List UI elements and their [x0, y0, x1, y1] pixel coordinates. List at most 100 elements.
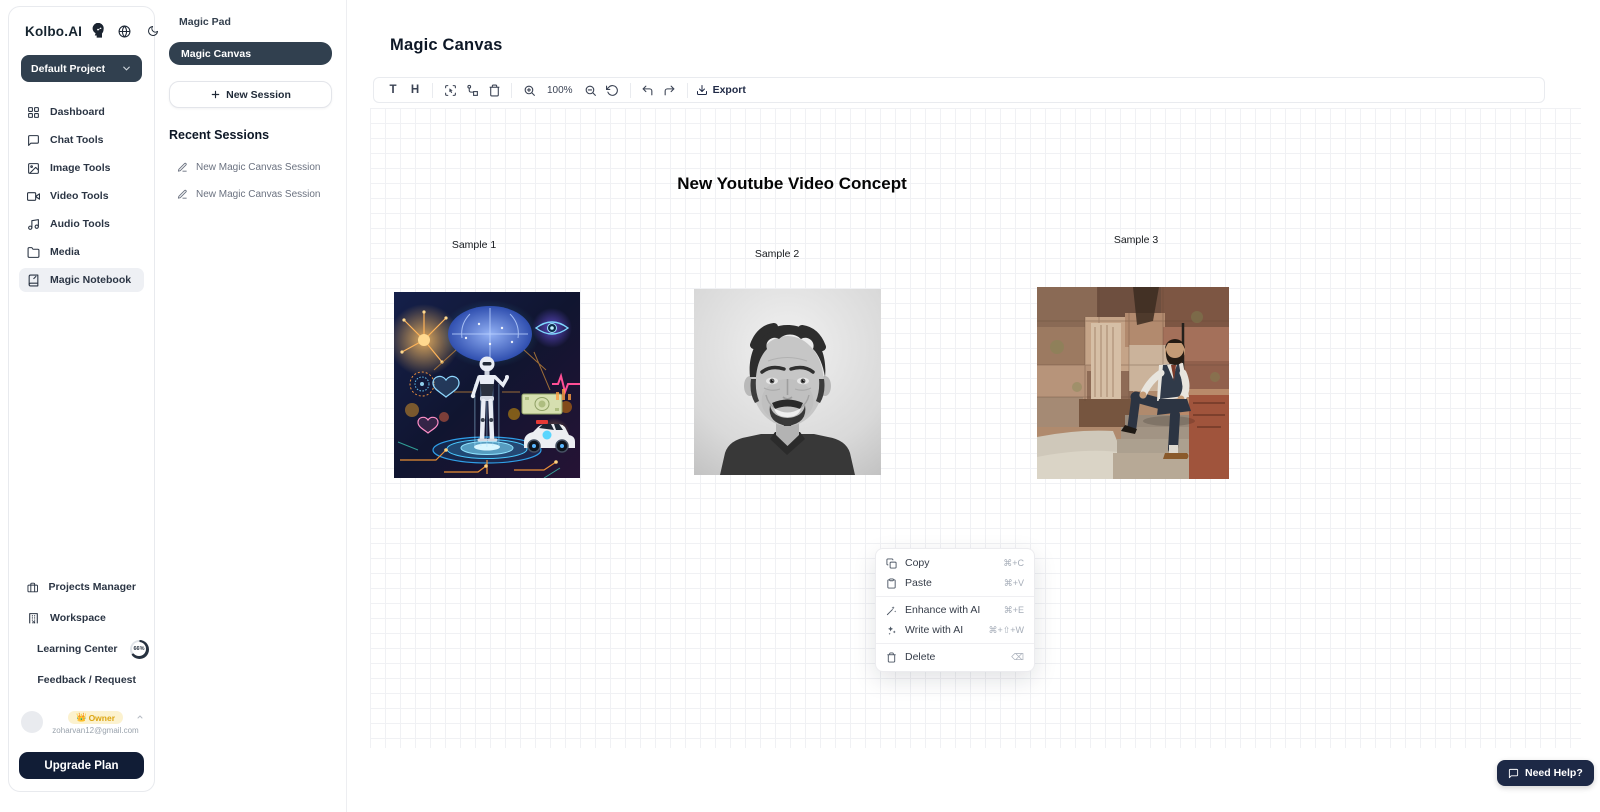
- folder-icon: [27, 246, 40, 259]
- undo-button[interactable]: [637, 80, 659, 100]
- canvas-sample-label-1[interactable]: Sample 1: [452, 239, 496, 251]
- language-globe-icon[interactable]: [118, 25, 131, 38]
- context-menu-item-copy[interactable]: Copy ⌘+C: [876, 553, 1034, 573]
- upgrade-plan-button[interactable]: Upgrade Plan: [19, 752, 144, 779]
- upgrade-plan-label: Upgrade Plan: [44, 760, 118, 772]
- panel-item-magic-canvas[interactable]: Magic Canvas: [169, 42, 332, 65]
- sidebar-item-label: Video Tools: [50, 190, 109, 202]
- canvas-sample-label-3[interactable]: Sample 3: [1114, 234, 1158, 246]
- redo-button[interactable]: [659, 80, 681, 100]
- user-menu-chevron-icon[interactable]: [136, 713, 144, 721]
- owner-badge: 👑 Owner: [68, 711, 123, 724]
- session-item-label: New Magic Canvas Session: [196, 162, 321, 173]
- session-list-item[interactable]: New Magic Canvas Session: [167, 154, 334, 181]
- user-account-row[interactable]: 👑 Owner zoharvan12@gmail.com: [21, 711, 142, 735]
- context-menu-item-paste[interactable]: Paste ⌘+V: [876, 573, 1034, 593]
- canvas-image-portrait[interactable]: [694, 289, 881, 475]
- canvas-sample-label-2[interactable]: Sample 2: [755, 248, 799, 260]
- context-menu-shortcut: ⌘+E: [1004, 605, 1024, 616]
- zoom-out-button[interactable]: [580, 80, 602, 100]
- select-scan-tool-button[interactable]: [439, 80, 461, 100]
- sidebar-item-learning-center[interactable]: Learning Center 66%: [19, 637, 144, 661]
- context-menu-item-enhance-ai[interactable]: Enhance with AI ⌘+E: [876, 600, 1034, 620]
- sidebar-item-label: Chat Tools: [50, 134, 103, 146]
- connector-tool-button[interactable]: [461, 80, 483, 100]
- building-icon: [27, 612, 40, 625]
- heading-tool-button[interactable]: H: [404, 80, 426, 100]
- canvas-heading-text[interactable]: New Youtube Video Concept: [677, 174, 907, 194]
- dashboard-icon: [27, 106, 40, 119]
- crown-icon: 👑: [76, 712, 87, 723]
- context-menu-divider: [876, 643, 1034, 644]
- image-icon: [27, 162, 40, 175]
- sidebar-item-label: Magic Notebook: [50, 274, 131, 286]
- toolbar-divider: [687, 83, 688, 98]
- video-camera-icon: [27, 190, 40, 203]
- magic-canvas-label: Magic Canvas: [181, 48, 251, 60]
- magic-pad-label: Magic Pad: [179, 16, 231, 28]
- new-session-label: New Session: [226, 89, 291, 101]
- need-help-button[interactable]: Need Help?: [1497, 760, 1594, 786]
- zoom-level: 100%: [540, 85, 580, 96]
- context-menu-shortcut: ⌘+C: [1003, 558, 1024, 569]
- delete-tool-button[interactable]: [483, 80, 505, 100]
- need-help-label: Need Help?: [1525, 767, 1583, 779]
- sidebar-nav: Dashboard Chat Tools Image Tools Video T…: [19, 100, 144, 292]
- new-session-button[interactable]: New Session: [169, 81, 332, 108]
- context-menu-label: Paste: [905, 577, 996, 589]
- context-menu-shortcut: ⌘+V: [1004, 578, 1024, 589]
- zoom-in-button[interactable]: [518, 80, 540, 100]
- reset-view-button[interactable]: [602, 80, 624, 100]
- pencil-icon: [177, 162, 188, 173]
- session-list-item[interactable]: New Magic Canvas Session: [167, 181, 334, 208]
- sidebar-item-image-tools[interactable]: Image Tools: [19, 156, 144, 180]
- text-tool-button[interactable]: T: [382, 80, 404, 100]
- sidebar-item-label: Workspace: [50, 612, 106, 624]
- primary-sidebar: Kolbo.AI Default Project Dashboard Chat …: [8, 6, 155, 792]
- music-note-icon: [27, 218, 40, 231]
- sidebar-item-workspace[interactable]: Workspace: [19, 606, 144, 630]
- sidebar-item-magic-notebook[interactable]: Magic Notebook: [19, 268, 144, 292]
- sidebar-item-media[interactable]: Media: [19, 240, 144, 264]
- user-email: zoharvan12@gmail.com: [52, 726, 138, 735]
- context-menu-label: Enhance with AI: [905, 604, 996, 616]
- sidebar-item-audio-tools[interactable]: Audio Tools: [19, 212, 144, 236]
- context-menu-item-delete[interactable]: Delete ⌫: [876, 647, 1034, 667]
- sidebar-item-chat-tools[interactable]: Chat Tools: [19, 128, 144, 152]
- canvas-toolbar: T H 100% Export: [373, 77, 1545, 103]
- notebook-pen-icon: [27, 274, 40, 287]
- toolbar-divider: [432, 83, 433, 98]
- main-area: Magic Canvas T H 100%: [347, 0, 1600, 812]
- project-selector[interactable]: Default Project: [21, 55, 142, 82]
- canvas-image-ruins[interactable]: [1037, 287, 1229, 479]
- chat-bubble-icon: [27, 134, 40, 147]
- sidebar-item-projects-manager[interactable]: Projects Manager: [19, 575, 144, 599]
- logo-row: Kolbo.AI: [19, 23, 144, 39]
- toolbar-divider: [630, 83, 631, 98]
- clipboard-icon: [886, 578, 897, 589]
- dark-mode-moon-icon[interactable]: [147, 25, 159, 37]
- magic-notebook-panel: Magic Pad Magic Canvas New Session Recen…: [155, 0, 347, 812]
- download-icon: [696, 84, 708, 96]
- context-menu-item-write-ai[interactable]: Write with AI ⌘+⇧+W: [876, 620, 1034, 640]
- project-selector-label: Default Project: [31, 63, 105, 75]
- copy-icon: [886, 558, 897, 569]
- trash-icon: [886, 652, 897, 663]
- context-menu-shortcut: ⌘+⇧+W: [988, 625, 1024, 636]
- context-menu-label: Delete: [905, 651, 1003, 663]
- sidebar-item-feedback[interactable]: Feedback / Request: [19, 668, 144, 692]
- sidebar-item-dashboard[interactable]: Dashboard: [19, 100, 144, 124]
- recent-sessions-heading: Recent Sessions: [169, 128, 332, 142]
- page-title: Magic Canvas: [390, 36, 502, 55]
- sidebar-item-label: Media: [50, 246, 80, 258]
- export-button[interactable]: Export: [696, 84, 746, 96]
- briefcase-icon: [27, 581, 38, 594]
- sidebar-item-video-tools[interactable]: Video Tools: [19, 184, 144, 208]
- panel-item-magic-pad[interactable]: Magic Pad: [167, 14, 334, 28]
- context-menu-label: Write with AI: [905, 624, 980, 636]
- sidebar-item-label: Projects Manager: [48, 581, 136, 593]
- canvas-image-ai-collage[interactable]: ¥: [394, 292, 580, 478]
- session-item-label: New Magic Canvas Session: [196, 189, 321, 200]
- sparkles-icon: [886, 625, 897, 636]
- context-menu: Copy ⌘+C Paste ⌘+V Enhance with AI ⌘+E W…: [875, 548, 1035, 672]
